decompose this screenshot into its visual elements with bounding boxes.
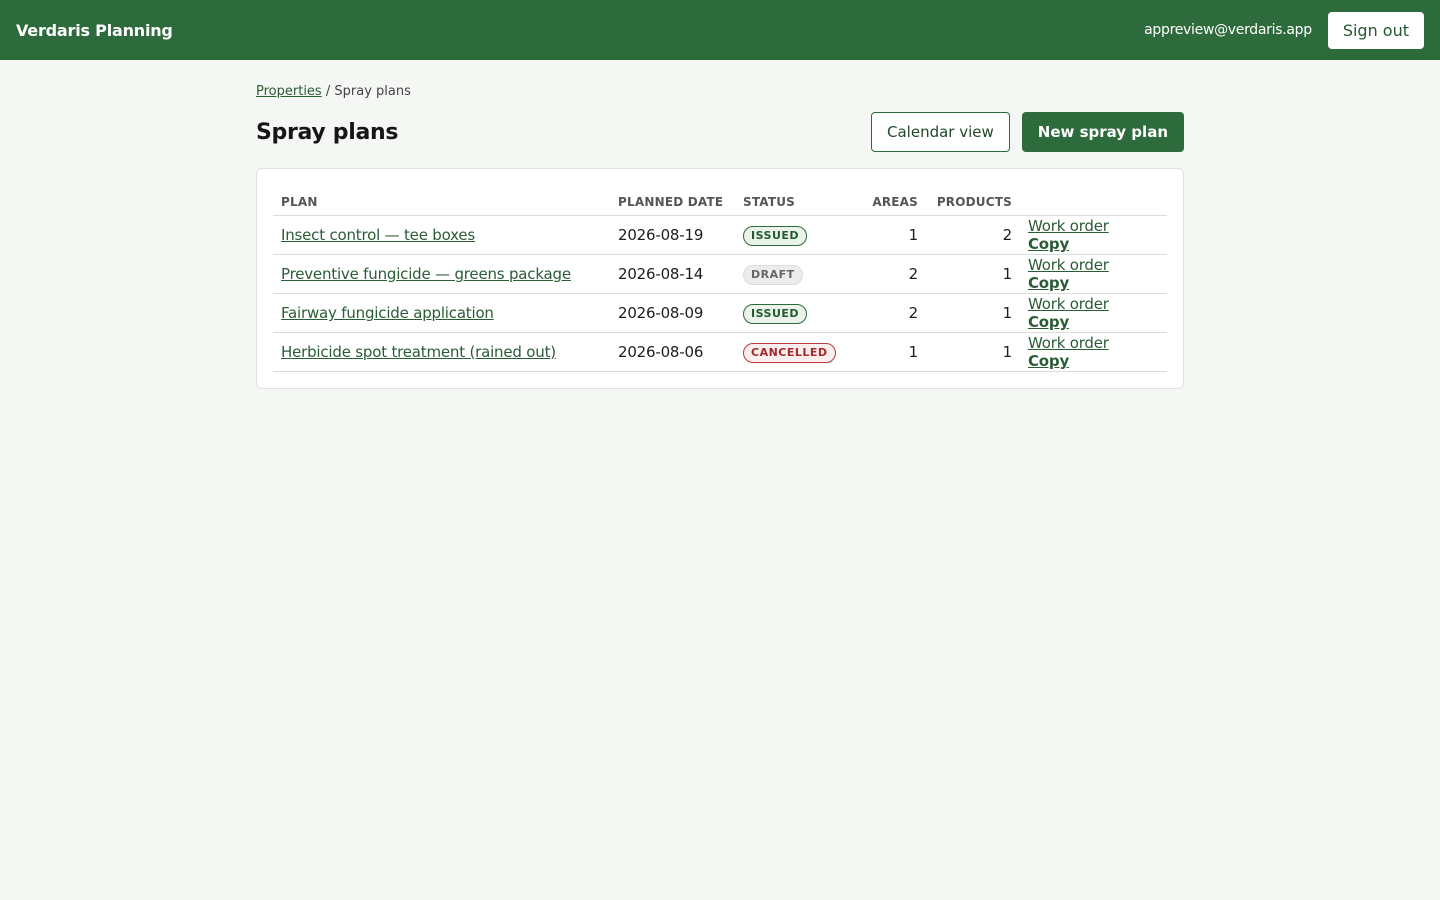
work-order-link[interactable]: Work order	[1028, 295, 1109, 313]
work-order-link[interactable]: Work order	[1028, 256, 1109, 274]
status-badge: CANCELLED	[743, 342, 836, 363]
table-row: Fairway fungicide application 2026-08-09…	[273, 293, 1167, 333]
copy-link[interactable]: Copy	[1028, 274, 1069, 292]
copy-link[interactable]: Copy	[1028, 313, 1069, 331]
copy-link[interactable]: Copy	[1028, 352, 1069, 370]
column-header-products: Products	[926, 185, 1020, 216]
row-actions: Work order Copy	[1020, 332, 1167, 372]
column-header-actions	[1020, 185, 1167, 216]
table-row: Herbicide spot treatment (rained out) 20…	[273, 332, 1167, 372]
row-actions: Work order Copy	[1020, 215, 1167, 255]
work-order-link[interactable]: Work order	[1028, 217, 1109, 235]
sign-out-button[interactable]: Sign out	[1327, 11, 1424, 49]
plan-link[interactable]: Fairway fungicide application	[281, 304, 494, 322]
row-actions: Work order Copy	[1020, 293, 1167, 333]
table-row: Insect control — tee boxes 2026-08-19 IS…	[273, 215, 1167, 255]
planned-date: 2026-08-19	[610, 215, 735, 255]
planned-date: 2026-08-14	[610, 254, 735, 294]
areas-count: 1	[848, 215, 926, 255]
work-order-link[interactable]: Work order	[1028, 334, 1109, 352]
top-navbar: Verdaris Planning appreview@verdaris.app…	[0, 0, 1440, 60]
new-spray-plan-button[interactable]: New spray plan	[1021, 112, 1184, 152]
column-header-planned-date: Planned date	[610, 185, 735, 216]
areas-count: 2	[848, 254, 926, 294]
table-row: Preventive fungicide — greens package 20…	[273, 254, 1167, 294]
products-count: 1	[926, 293, 1020, 333]
plan-link[interactable]: Insect control — tee boxes	[281, 226, 475, 244]
column-header-areas: Areas	[848, 185, 926, 216]
column-header-plan: Plan	[273, 185, 610, 216]
products-count: 1	[926, 332, 1020, 372]
status-badge: DRAFT	[743, 264, 803, 285]
page-header: Spray plans Calendar view New spray plan	[256, 112, 1184, 152]
spray-plans-table: Plan Planned date Status Areas Products …	[273, 185, 1167, 372]
page-title: Spray plans	[256, 119, 399, 145]
breadcrumb-current: Spray plans	[334, 84, 411, 99]
user-email: appreview@verdaris.app	[1144, 22, 1312, 38]
copy-link[interactable]: Copy	[1028, 235, 1069, 253]
products-count: 2	[926, 215, 1020, 255]
planned-date: 2026-08-06	[610, 332, 735, 372]
products-count: 1	[926, 254, 1020, 294]
breadcrumb-separator: /	[325, 84, 331, 99]
planned-date: 2026-08-09	[610, 293, 735, 333]
user-area: appreview@verdaris.app Sign out	[1144, 11, 1424, 49]
status-badge: ISSUED	[743, 303, 808, 324]
app-brand[interactable]: Verdaris Planning	[16, 21, 173, 40]
plan-link[interactable]: Preventive fungicide — greens package	[281, 265, 571, 283]
row-actions: Work order Copy	[1020, 254, 1167, 294]
breadcrumb-properties-link[interactable]: Properties	[256, 84, 322, 99]
main-content: Properties / Spray plans Spray plans Cal…	[256, 60, 1184, 389]
areas-count: 2	[848, 293, 926, 333]
plan-link[interactable]: Herbicide spot treatment (rained out)	[281, 343, 556, 361]
column-header-status: Status	[735, 185, 848, 216]
table-header-row: Plan Planned date Status Areas Products	[273, 185, 1167, 216]
calendar-view-button[interactable]: Calendar view	[871, 112, 1010, 152]
breadcrumb: Properties / Spray plans	[256, 83, 1184, 101]
status-badge: ISSUED	[743, 225, 808, 246]
spray-plans-card: Plan Planned date Status Areas Products …	[256, 168, 1184, 389]
page-actions: Calendar view New spray plan	[871, 112, 1184, 152]
areas-count: 1	[848, 332, 926, 372]
